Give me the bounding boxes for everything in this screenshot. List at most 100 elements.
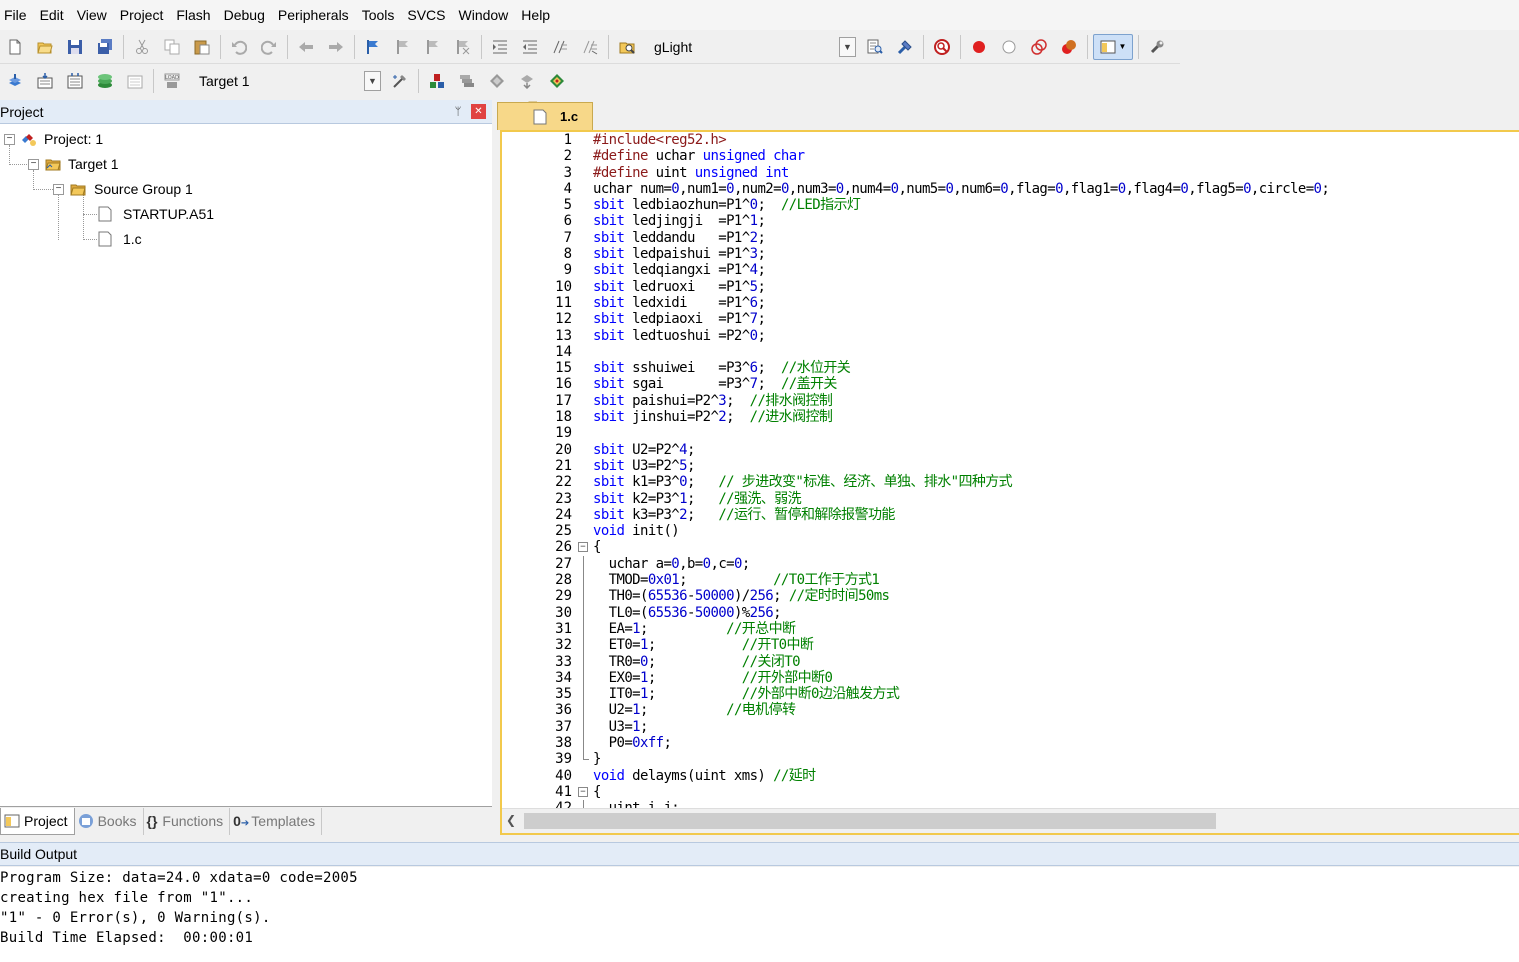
menu-debug[interactable]: Debug [220,0,274,30]
download-icon[interactable]: LOAD [159,68,185,94]
target-select[interactable]: Target 1 ▼ [191,70,381,92]
translate-icon[interactable] [2,68,28,94]
pin-icon[interactable]: ᛘ [451,105,465,119]
rebuild-icon[interactable] [62,68,88,94]
save-icon[interactable] [62,34,88,60]
breakpoint-disable-icon[interactable] [996,34,1022,60]
incremental-find-icon[interactable] [892,34,918,60]
code-line[interactable]: 20 sbit U2=P2^4; [502,442,1519,458]
tree-node-group[interactable]: − Source Group 1 [53,178,193,200]
debug-session-icon[interactable] [929,34,955,60]
bookmark-prev-icon[interactable] [390,34,416,60]
fold-collapse-icon[interactable]: − [578,542,588,553]
scroll-left-icon[interactable]: ❮ [506,813,516,827]
target-options-icon[interactable] [387,68,413,94]
breakpoint-insert-icon[interactable] [966,34,992,60]
menu-project[interactable]: Project [116,0,173,30]
pack-installer-icon[interactable] [514,68,540,94]
code-line[interactable]: 13 sbit ledtuoshui =P2^0; [502,328,1519,344]
code-line[interactable]: 36 U2=1; //电机停转 [502,702,1519,719]
chevron-down-icon[interactable]: ▼ [364,71,381,91]
breakpoint-disable-all-icon[interactable] [1026,34,1052,60]
navigate-forward-icon[interactable] [323,34,349,60]
file-extensions-icon[interactable] [454,68,480,94]
stop-build-icon[interactable] [122,68,148,94]
code-line[interactable]: 11 sbit ledxidi =P1^6; [502,295,1519,311]
code-line[interactable]: 33 TR0=0; //关闭T0 [502,653,1519,670]
find-in-files-icon[interactable] [614,34,640,60]
bookmark-next-icon[interactable] [420,34,446,60]
tab-project[interactable]: Project [0,807,75,835]
manage-components-icon[interactable] [424,68,450,94]
code-line[interactable]: 5 sbit ledbiaozhun=P1^0; //LED指示灯 [502,197,1519,213]
run-time-environment-icon[interactable] [544,68,570,94]
menu-svcs[interactable]: SVCS [403,0,454,30]
menu-flash[interactable]: Flash [172,0,219,30]
menu-file[interactable]: File [0,0,36,30]
code-line[interactable]: 32 ET0=1; //开T0中断 [502,637,1519,654]
code-line[interactable]: 1 #include<reg52.h> [502,132,1519,148]
code-line[interactable]: 42 uint i,j; [502,800,1519,808]
menu-tools[interactable]: Tools [358,0,404,30]
navigate-back-icon[interactable] [293,34,319,60]
code-line[interactable]: 35 IT0=1; //外部中断0边沿触发方式 [502,686,1519,703]
collapse-icon[interactable]: − [53,183,64,195]
code-line[interactable]: 3 #define uint unsigned int [502,165,1519,181]
code-line[interactable]: 39} [502,751,1519,767]
code-line[interactable]: 27 uchar a=0,b=0,c=0; [502,555,1519,573]
open-folder-icon[interactable] [32,34,58,60]
tree-node-file[interactable]: 1.c [97,228,142,250]
undo-icon[interactable] [226,34,252,60]
code-line[interactable]: 38 P0=0xff; [502,734,1519,752]
paste-icon[interactable] [189,34,215,60]
breakpoint-kill-all-icon[interactable] [1056,34,1082,60]
code-line[interactable]: 16 sbit sgai =P3^7; //盖开关 [502,376,1519,392]
code-line[interactable]: 29 TH0=(65536-50000)/256; //定时时间50ms [502,588,1519,605]
menu-help[interactable]: Help [517,0,559,30]
tab-file[interactable]: 1.c [497,102,593,130]
comment-icon[interactable] [547,34,573,60]
indent-icon[interactable] [487,34,513,60]
code-line[interactable]: 15 sbit sshuiwei =P3^6; //水位开关 [502,360,1519,376]
code-line[interactable]: 22 sbit k1=P3^0; // 步进改变"标准、经济、单独、排水"四种方式 [502,474,1519,490]
menu-window[interactable]: Window [455,0,518,30]
select-packs-icon[interactable] [484,68,510,94]
code-line[interactable]: 2 #define uchar unsigned char [502,148,1519,164]
code-line[interactable]: 40 void delayms(uint xms) //延时 [502,768,1519,784]
batch-build-icon[interactable] [92,68,118,94]
tree-node-project[interactable]: − Project: 1 [4,128,103,150]
new-file-icon[interactable] [2,34,28,60]
chevron-down-icon[interactable]: ▼ [839,36,856,57]
tab-functions[interactable]: {} Functions [144,807,231,835]
close-icon[interactable]: ✕ [471,104,486,119]
tree-node-target[interactable]: − Target 1 [28,153,119,175]
code-line[interactable]: 31 EA=1; //开总中断 [502,620,1519,638]
window-layout-icon[interactable]: ▼ [1093,33,1133,60]
collapse-icon[interactable]: − [28,158,39,170]
collapse-icon[interactable]: − [4,133,15,145]
code-line[interactable]: 18 sbit jinshui=P2^2; //进水阀控制 [502,409,1519,425]
menu-edit[interactable]: Edit [36,0,73,30]
code-editor[interactable]: 1 #include<reg52.h> 2 #define uchar unsigne… [500,130,1519,835]
code-line[interactable]: 41−{ [502,784,1519,800]
code-line[interactable]: 10 sbit ledruoxi =P1^5; [502,279,1519,295]
code-line[interactable]: 17 sbit paishui=P2^3; //排水阀控制 [502,393,1519,409]
code-line[interactable]: 19 [502,425,1519,441]
code-line[interactable]: 25 void init() [502,523,1519,539]
code-line[interactable]: 37 U3=1; [502,718,1519,735]
tree-node-file[interactable]: STARTUP.A51 [97,203,214,225]
uncomment-icon[interactable] [577,34,603,60]
tab-templates[interactable]: 0➔ Templates [230,807,323,835]
cut-icon[interactable] [129,34,155,60]
fold-collapse-icon[interactable]: − [578,786,588,797]
code-line[interactable]: 24 sbit k3=P3^2; //运行、暂停和解除报警功能 [502,507,1519,523]
code-line[interactable]: 4 uchar num=0,num1=0,num2=0,num3=0,num4=0… [502,181,1519,197]
code-view[interactable]: 1 #include<reg52.h> 2 #define uchar unsigne… [502,132,1519,808]
code-line[interactable]: 28 TMOD=0x01; //T0工作于方式1 [502,572,1519,589]
code-line[interactable]: 21 sbit U3=P2^5; [502,458,1519,474]
menu-peripherals[interactable]: Peripherals [274,0,358,30]
code-line[interactable]: 8 sbit ledpaishui =P1^3; [502,246,1519,262]
horizontal-scrollbar[interactable]: ❮ [502,808,1519,833]
code-line[interactable]: 26−{ [502,539,1519,555]
unindent-icon[interactable] [517,34,543,60]
